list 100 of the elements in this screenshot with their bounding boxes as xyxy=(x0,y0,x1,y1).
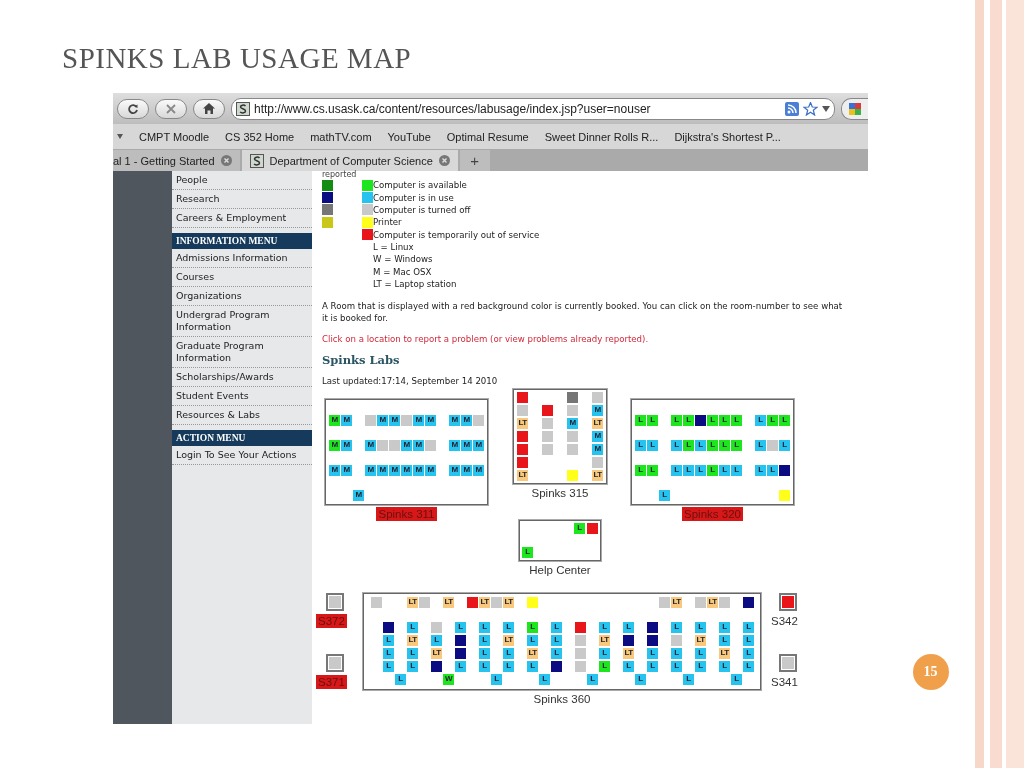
bookmark-link[interactable]: Optimal Resume xyxy=(446,130,529,143)
computer-station[interactable]: M xyxy=(329,439,340,451)
computer-station[interactable]: M xyxy=(413,414,424,426)
computer-station[interactable]: L xyxy=(743,634,754,646)
computer-station[interactable]: M xyxy=(592,404,603,416)
computer-station[interactable]: LT xyxy=(479,596,490,608)
computer-station[interactable]: L xyxy=(407,660,418,672)
computer-station[interactable]: L xyxy=(755,414,766,426)
computer-station[interactable]: LT xyxy=(623,647,634,659)
computer-station[interactable]: L xyxy=(551,647,562,659)
computer-station[interactable]: L xyxy=(503,621,514,633)
close-icon[interactable] xyxy=(220,155,232,166)
computer-station[interactable]: L xyxy=(635,673,646,685)
computer-station[interactable]: M xyxy=(401,464,412,476)
computer-station[interactable]: L xyxy=(383,647,394,659)
computer-station[interactable]: L xyxy=(767,414,778,426)
report-link[interactable]: Click on a location to report a problem (or view problems already reported). xyxy=(322,333,868,344)
computer-station[interactable]: L xyxy=(659,489,670,501)
star-icon[interactable] xyxy=(803,101,818,116)
computer-station[interactable]: L xyxy=(731,673,742,685)
home-button[interactable] xyxy=(193,98,225,119)
computer-station[interactable]: LT xyxy=(671,596,682,608)
computer-station[interactable]: L xyxy=(527,621,538,633)
computer-station[interactable]: M xyxy=(329,414,340,426)
computer-station[interactable]: L xyxy=(671,464,682,476)
bookmark-link[interactable]: Dijkstra's Shortest P... xyxy=(674,130,781,143)
computer-station[interactable]: M xyxy=(413,464,424,476)
computer-station[interactable] xyxy=(623,634,634,646)
computer-station[interactable]: LT xyxy=(503,634,514,646)
room-label[interactable]: S342 xyxy=(769,613,800,628)
computer-station[interactable]: L xyxy=(479,621,490,633)
computer-station[interactable]: L xyxy=(683,439,694,451)
caret-icon[interactable] xyxy=(117,134,123,139)
computer-station[interactable]: L xyxy=(503,647,514,659)
computer-station[interactable]: L xyxy=(587,673,598,685)
computer-station[interactable] xyxy=(383,621,394,633)
bookmark-link[interactable]: CS 352 Home xyxy=(225,130,295,143)
computer-station[interactable]: L xyxy=(683,414,694,426)
menu-item[interactable]: People xyxy=(172,171,312,190)
computer-station[interactable]: L xyxy=(707,439,718,451)
computer-station[interactable]: M xyxy=(329,464,340,476)
computer-station[interactable]: L xyxy=(671,647,682,659)
computer-station[interactable]: L xyxy=(731,414,742,426)
computer-station[interactable]: L xyxy=(551,621,562,633)
computer-station[interactable]: M xyxy=(449,414,460,426)
computer-station[interactable]: L xyxy=(407,621,418,633)
computer-station[interactable]: L xyxy=(719,439,730,451)
computer-station[interactable]: L xyxy=(455,621,466,633)
computer-station[interactable]: L xyxy=(479,660,490,672)
computer-station[interactable]: L xyxy=(551,634,562,646)
computer-station[interactable] xyxy=(743,596,754,608)
menu-item[interactable]: Student Events xyxy=(172,387,312,406)
computer-station[interactable]: M xyxy=(353,489,364,501)
computer-station[interactable]: LT xyxy=(707,596,718,608)
computer-station[interactable]: L xyxy=(479,634,490,646)
computer-station[interactable]: L xyxy=(479,647,490,659)
menu-item[interactable]: Undergrad Program Information xyxy=(172,306,312,337)
computer-station[interactable]: L xyxy=(539,673,550,685)
computer-station[interactable]: M xyxy=(461,464,472,476)
computer-station[interactable]: M xyxy=(401,439,412,451)
computer-station[interactable]: L xyxy=(695,660,706,672)
computer-station[interactable]: L xyxy=(731,464,742,476)
browser-tab[interactable]: al 1 - Getting Started xyxy=(113,150,240,171)
address-bar[interactable]: http://www.cs.usask.ca/content/resources/labusage/index.jsp?user=nouser xyxy=(231,97,835,120)
computer-station[interactable]: L xyxy=(671,414,682,426)
computer-station[interactable]: M xyxy=(461,414,472,426)
computer-station[interactable]: M xyxy=(377,414,388,426)
computer-station[interactable]: LT xyxy=(592,469,603,481)
computer-station[interactable]: L xyxy=(647,464,658,476)
room-label[interactable]: S341 xyxy=(769,674,800,689)
computer-station[interactable]: M xyxy=(449,464,460,476)
computer-station[interactable]: M xyxy=(592,430,603,442)
computer-station[interactable]: L xyxy=(491,673,502,685)
browser-tab[interactable]: Department of Computer Science xyxy=(241,150,458,171)
computer-station[interactable]: M xyxy=(473,464,484,476)
computer-station[interactable]: L xyxy=(647,660,658,672)
computer-station[interactable]: M xyxy=(425,464,436,476)
computer-station[interactable]: L xyxy=(707,414,718,426)
computer-station[interactable]: M xyxy=(341,414,352,426)
computer-station[interactable]: L xyxy=(779,439,790,451)
close-icon[interactable] xyxy=(438,155,450,166)
computer-station[interactable]: L xyxy=(407,647,418,659)
computer-station[interactable]: LT xyxy=(695,634,706,646)
computer-station[interactable]: LT xyxy=(503,596,514,608)
computer-station[interactable]: LT xyxy=(517,417,528,429)
computer-station[interactable] xyxy=(431,660,442,672)
computer-station[interactable]: M xyxy=(425,414,436,426)
computer-station[interactable]: L xyxy=(671,660,682,672)
computer-station[interactable]: L xyxy=(623,660,634,672)
computer-station[interactable]: M xyxy=(413,439,424,451)
computer-station[interactable]: L xyxy=(527,634,538,646)
computer-station[interactable]: L xyxy=(574,522,585,534)
computer-station[interactable]: L xyxy=(395,673,406,685)
computer-station[interactable]: L xyxy=(522,546,533,558)
bookmark-link[interactable]: mathTV.com xyxy=(310,130,372,143)
computer-station[interactable]: L xyxy=(731,439,742,451)
computer-station[interactable]: W xyxy=(443,673,454,685)
computer-station[interactable]: LT xyxy=(407,596,418,608)
computer-station[interactable]: M xyxy=(389,414,400,426)
menu-item[interactable]: Login To See Your Actions xyxy=(172,446,312,465)
